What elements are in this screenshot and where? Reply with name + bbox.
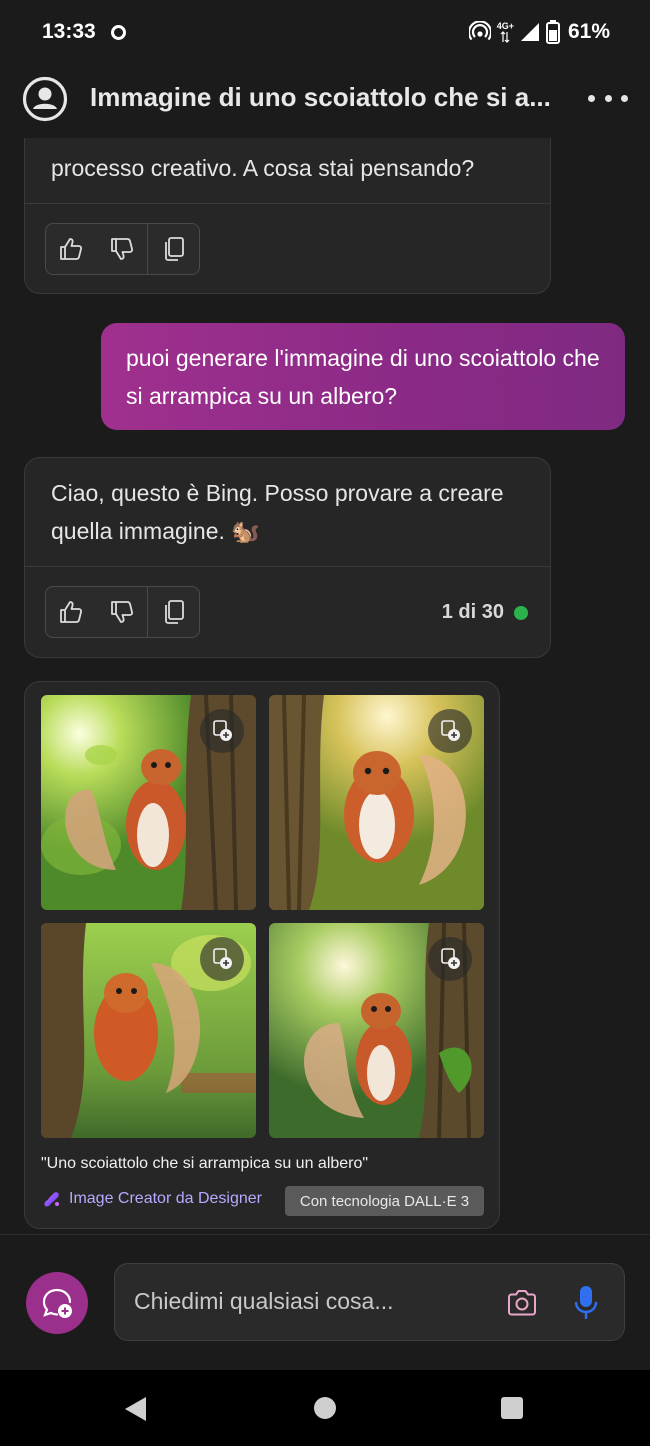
image-creator-icon — [44, 1192, 59, 1207]
user-message: puoi generare l'immagine di uno scoiatto… — [101, 323, 625, 430]
thumbs-down-icon[interactable] — [97, 224, 148, 274]
back-icon[interactable] — [124, 1396, 148, 1422]
composer-bar: Chiedimi qualsiasi cosa... — [0, 1234, 650, 1370]
thumbs-down-icon[interactable] — [97, 587, 148, 637]
hotspot-icon — [468, 21, 491, 41]
status-dot-icon — [514, 605, 528, 620]
data-arrows-icon — [500, 31, 510, 43]
dalle-badge: Con tecnologia DALL·E 3 — [285, 1186, 484, 1216]
conversation-title: Immagine di uno scoiattolo che si a... — [90, 82, 551, 112]
message-counter: 1 di 30 — [442, 601, 528, 624]
chat-header: Immagine di uno scoiattolo che si a... — [0, 66, 650, 138]
squirrel-image-4[interactable] — [269, 923, 484, 1138]
home-icon[interactable] — [314, 1397, 336, 1419]
message-counter-text: 1 di 30 — [441, 601, 504, 623]
add-to-collection-icon[interactable] — [200, 709, 244, 753]
chat-input-placeholder: Chiedimi qualsiasi cosa... — [134, 1288, 394, 1314]
image-creator-label: Image Creator da Designer — [69, 1190, 262, 1207]
chat-input[interactable]: Chiedimi qualsiasi cosa... — [114, 1263, 625, 1341]
status-icons: 4G+ 61% — [468, 18, 610, 46]
microphone-icon[interactable] — [573, 1284, 599, 1322]
system-nav-bar — [0, 1370, 650, 1446]
bot-message-text: Ciao, questo è Bing. Posso provare a cre… — [51, 480, 504, 544]
status-time: 13:33 — [42, 20, 96, 43]
image-results-card: "Uno scoiattolo che si arrampica su un a… — [24, 681, 500, 1229]
feedback-group — [45, 586, 200, 638]
bot-message-text: processo creativo. A cosa stai pensando? — [51, 155, 475, 181]
add-to-collection-icon[interactable] — [428, 709, 472, 753]
thumbs-up-icon[interactable] — [46, 587, 97, 637]
thumbs-up-icon[interactable] — [46, 224, 97, 274]
chat-area[interactable]: processo creativo. A cosa stai pensando?… — [0, 138, 650, 1234]
squirrel-image-3[interactable] — [41, 923, 256, 1138]
new-chat-icon — [42, 1288, 72, 1318]
new-topic-button[interactable] — [26, 1272, 88, 1334]
copy-icon[interactable] — [148, 587, 199, 637]
notification-dot-icon — [111, 25, 126, 40]
signal-icon — [520, 23, 539, 41]
image-creator-link[interactable]: Image Creator da Designer — [42, 1189, 262, 1209]
bot-message: Ciao, questo è Bing. Posso provare a cre… — [24, 457, 551, 658]
squirrel-image-2[interactable] — [269, 695, 484, 910]
add-to-collection-icon[interactable] — [200, 937, 244, 981]
bot-message: processo creativo. A cosa stai pensando? — [24, 138, 551, 294]
recents-icon[interactable] — [501, 1397, 523, 1419]
copy-icon[interactable] — [148, 224, 199, 274]
network-indicator: 4G+ — [497, 21, 514, 43]
feedback-group — [45, 223, 200, 275]
battery-percent: 61% — [567, 20, 610, 43]
squirrel-image-1[interactable] — [41, 695, 256, 910]
profile-avatar-icon[interactable] — [22, 76, 68, 122]
more-options-icon[interactable] — [588, 86, 628, 110]
camera-icon[interactable] — [505, 1286, 539, 1320]
add-to-collection-icon[interactable] — [428, 937, 472, 981]
screen: 13:33 4G+ 61% Immagine di uno scoiattolo… — [0, 0, 650, 1446]
battery-icon — [545, 20, 560, 44]
network-type: 4G+ — [496, 21, 514, 31]
image-caption: "Uno scoiattolo che si arrampica su un a… — [41, 1155, 369, 1172]
status-bar: 13:33 4G+ 61% — [0, 0, 650, 66]
